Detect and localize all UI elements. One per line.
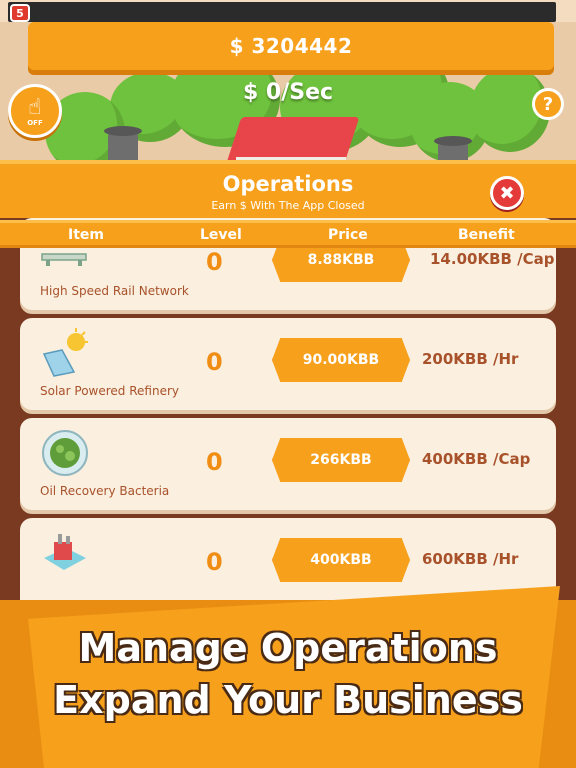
close-button-overlay[interactable]: ✖ <box>490 176 524 210</box>
top-status-strip <box>8 2 556 22</box>
rail-track-icon <box>41 253 87 266</box>
money-display: $ 3204442 <box>28 22 554 70</box>
buy-price-button[interactable]: 90.00KBB <box>272 338 410 382</box>
operation-level: 0 <box>206 248 223 276</box>
operation-benefit: 600KBB /Hr <box>422 550 519 568</box>
income-rate: $ 0/Sec <box>242 80 334 105</box>
solar-panel-icon <box>42 328 88 377</box>
operation-level: 0 <box>206 348 223 376</box>
operation-level: 0 <box>206 448 223 476</box>
operation-benefit: 400KBB /Cap <box>422 450 531 468</box>
level-badge: 5 <box>10 4 30 22</box>
operation-benefit: 14.00KBB /Cap <box>430 250 555 268</box>
operation-level: 0 <box>206 548 223 576</box>
auto-tap-state-label: OFF <box>27 119 43 127</box>
promo-headline-line2: Expand Your Business <box>53 678 523 722</box>
operation-row: Oil Recovery Bacteria 0 266KBB 400KBB /C… <box>20 418 556 510</box>
operation-row: Solar Powered Refinery 0 90.00KBB 200KBB… <box>20 318 556 410</box>
close-icon: ✖ <box>499 182 515 204</box>
column-header-row-overlay: Item Level Price Benefit <box>0 220 576 248</box>
help-button[interactable]: ? <box>532 88 564 120</box>
auto-tap-button[interactable]: ☝ OFF <box>8 84 62 138</box>
refinery-machine-icon <box>44 534 86 570</box>
column-header-benefit: Benefit <box>458 227 515 243</box>
column-header-price: Price <box>328 227 368 243</box>
operation-name: Oil Recovery Bacteria <box>40 484 170 498</box>
operations-subtitle-overlay: Earn $ With The App Closed <box>211 199 365 212</box>
column-header-level: Level <box>200 227 242 243</box>
buy-price-button[interactable]: 266KBB <box>272 438 410 482</box>
operation-name: High Speed Rail Network <box>40 284 189 298</box>
promo-headline-line1: Manage Operations <box>78 626 498 670</box>
column-header-item: Item <box>68 227 104 243</box>
operation-benefit: 200KBB /Hr <box>422 350 519 368</box>
petri-dish-icon <box>42 430 88 476</box>
buy-price-button[interactable]: 400KBB <box>272 538 410 582</box>
hand-pointer-icon: ☝ <box>28 95 42 120</box>
operation-name: Solar Powered Refinery <box>40 384 179 398</box>
